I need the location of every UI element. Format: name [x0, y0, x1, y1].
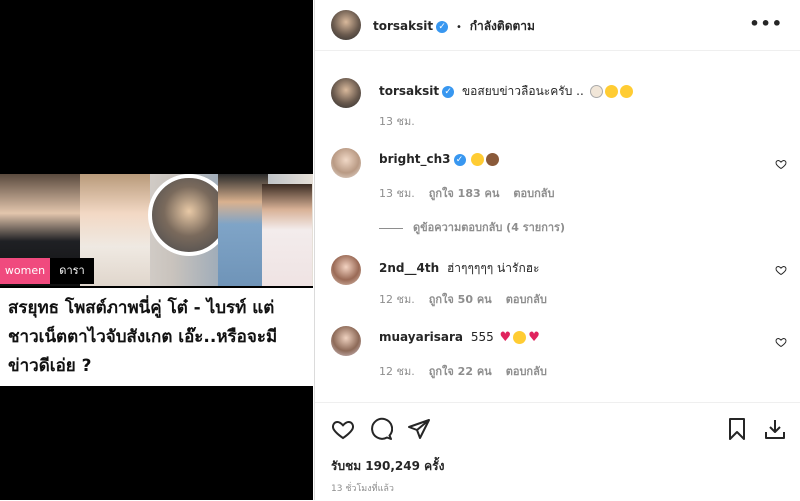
caption-time: 13 ชม. — [379, 115, 415, 128]
tag-women: women — [0, 258, 50, 284]
tag-category: ดารา — [50, 258, 94, 284]
replies-divider — [379, 227, 403, 229]
view-replies-label: ดูข้อความตอบกลับ (4 รายการ) — [413, 221, 565, 234]
like-heart-icon[interactable] — [331, 417, 355, 441]
header-username[interactable]: torsaksit — [373, 19, 433, 33]
avatar[interactable] — [331, 10, 361, 40]
comment-time: 12 ชม. — [379, 365, 415, 378]
emoji-icon — [604, 85, 618, 98]
article-title: สรยุทธ โพสต์ภาพนี่คู่ โต๋ - ไบรท์ แต่ ชา… — [8, 298, 278, 376]
caption-text: ขอสยบข่าวลือนะครับ .. — [461, 84, 584, 98]
emoji-icon — [486, 153, 500, 166]
follow-status[interactable]: กำลังติดตาม — [470, 19, 535, 33]
bookmark-icon[interactable] — [725, 417, 749, 441]
view-count[interactable]: รับชม 190,249 ครั้ง — [331, 457, 444, 476]
comment-username[interactable]: bright_ch3 — [379, 152, 451, 166]
caption-username[interactable]: torsaksit — [379, 84, 439, 98]
heart-emoji-icon: ♥ — [499, 330, 512, 345]
comment-meta: 13 ชม. ถูกใจ 183 คน ตอบกลับ — [379, 184, 568, 202]
action-bar: รับชม 190,249 ครั้ง 13 ชั่วโมงที่แล้ว — [315, 402, 800, 501]
avatar[interactable] — [331, 148, 361, 178]
emoji-icon — [589, 85, 603, 98]
reply-button[interactable]: ตอบกลับ — [506, 365, 547, 378]
verified-icon: ✓ — [436, 20, 449, 33]
comment-icon[interactable] — [369, 417, 393, 441]
comment-meta: 12 ชม. ถูกใจ 22 คน ตอบกลับ — [379, 362, 561, 380]
download-icon[interactable] — [763, 417, 787, 441]
heart-icon[interactable] — [775, 336, 787, 348]
comment-text: ฮ่าๆๆๆๆๆ น่ารักฮะ — [446, 261, 540, 275]
avatar[interactable] — [331, 255, 361, 285]
comment-likes[interactable]: ถูกใจ 183 คน — [429, 187, 500, 200]
share-icon[interactable] — [407, 417, 431, 441]
heart-icon[interactable] — [775, 158, 787, 170]
avatar[interactable] — [331, 326, 361, 356]
heart-icon[interactable] — [775, 264, 787, 276]
verified-icon: ✓ — [453, 153, 466, 166]
view-replies[interactable]: ดูข้อความตอบกลับ (4 รายการ) — [379, 218, 565, 236]
post-media[interactable]: women ดารา สรยุทธ โพสต์ภาพนี่คู่ โต๋ - ไ… — [0, 0, 313, 500]
post-timestamp: 13 ชั่วโมงที่แล้ว — [331, 484, 394, 494]
reply-button[interactable]: ตอบกลับ — [506, 293, 547, 306]
emoji-icon — [471, 153, 485, 166]
comment-likes[interactable]: ถูกใจ 50 คน — [429, 293, 492, 306]
reply-button[interactable]: ตอบกลับ — [513, 187, 554, 200]
more-horizontal-icon[interactable]: ••• — [749, 14, 783, 33]
comment-meta: 12 ชม. ถูกใจ 50 คน ตอบกลับ — [379, 290, 561, 308]
comment-likes[interactable]: ถูกใจ 22 คน — [429, 365, 492, 378]
comment-username[interactable]: 2nd__4th — [379, 261, 439, 275]
comment-username[interactable]: muayarisara — [379, 330, 463, 344]
person-woman-right — [262, 184, 312, 286]
post-header: torsaksit ✓ • กำลังติดตาม ••• — [315, 0, 800, 51]
emoji-icon — [619, 85, 633, 98]
header-separator: • — [455, 22, 462, 33]
emoji-icon — [513, 331, 527, 344]
comment-text: 555 — [470, 330, 494, 344]
comment-time: 12 ชม. — [379, 293, 415, 306]
heart-emoji-icon: ♥ — [528, 330, 540, 345]
post-details-panel: torsaksit ✓ • กำลังติดตาม ••• torsaksit ✓ … — [314, 0, 800, 500]
comment-time: 13 ชม. — [379, 187, 415, 200]
person-man-blue — [218, 174, 268, 286]
verified-icon: ✓ — [442, 85, 455, 98]
avatar[interactable] — [331, 78, 361, 108]
article-caption-box: สรยุทธ โพสต์ภาพนี่คู่ โต๋ - ไบรท์ แต่ ชา… — [0, 288, 313, 386]
